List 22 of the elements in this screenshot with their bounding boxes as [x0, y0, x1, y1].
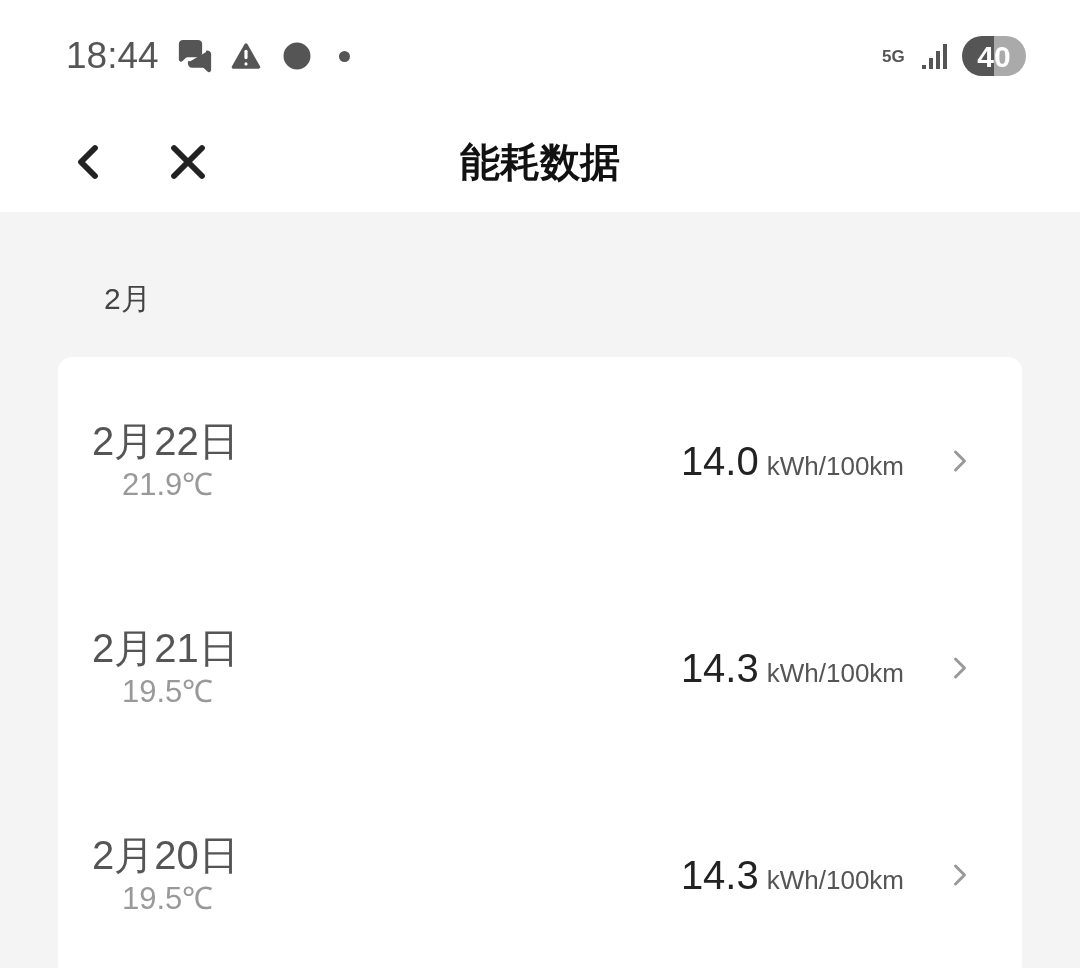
record-temperature: 19.5℃ [122, 879, 214, 918]
network-type: 5G [882, 47, 906, 65]
record-row[interactable]: 2月20日 19.5℃ 14.3 kWh/100km [58, 771, 1022, 968]
energy-unit: kWh/100km [766, 656, 904, 690]
record-date: 2月22日 [92, 417, 239, 465]
record-temperature: 19.5℃ [122, 672, 214, 711]
status-time: 18:44 [66, 34, 159, 79]
record-temperature: 21.9℃ [122, 465, 214, 504]
energy-value: 14.3 [680, 851, 759, 899]
battery-indicator: 40 [962, 36, 1026, 76]
energy-unit: kWh/100km [766, 449, 904, 483]
record-date: 2月20日 [92, 831, 239, 879]
record-date: 2月21日 [92, 624, 239, 672]
month-label: 2月 [104, 281, 152, 317]
energy-value: 14.3 [680, 644, 759, 692]
record-row[interactable]: 2月22日 21.9℃ 14.0 kWh/100km [58, 357, 1022, 564]
energy-value: 14.0 [680, 437, 759, 485]
signal-icon [920, 41, 950, 71]
chat-icon [176, 38, 213, 74]
energy-unit: kWh/100km [766, 863, 904, 897]
page-title: 能耗数据 [460, 139, 620, 186]
record-row[interactable]: 2月21日 19.5℃ 14.3 kWh/100km [58, 564, 1022, 771]
